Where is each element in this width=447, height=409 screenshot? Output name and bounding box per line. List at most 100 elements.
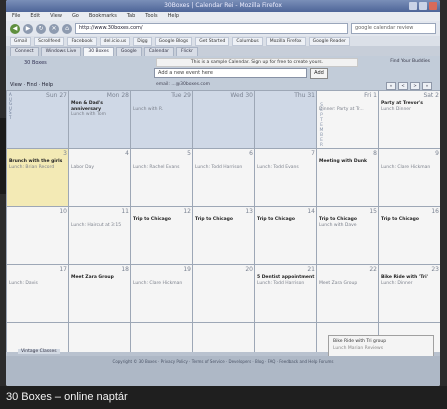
- bookmark-item[interactable]: Columbus: [232, 36, 263, 46]
- event-item-secondary[interactable]: Lunch with R.: [133, 107, 163, 112]
- event-item-secondary[interactable]: Lunch: Brian Record: [9, 165, 54, 170]
- forward-icon[interactable]: ▶: [23, 23, 33, 34]
- top-links[interactable]: Find Your Buddies: [390, 59, 430, 64]
- menu-bookmarks[interactable]: Bookmarks: [89, 12, 117, 21]
- event-item-secondary[interactable]: Meet Zara Group: [319, 281, 357, 286]
- back-icon[interactable]: ◀: [10, 23, 20, 34]
- event-item-secondary[interactable]: Lunch: Clare Hickman: [133, 281, 182, 286]
- event-item[interactable]: Trip to Chicago: [195, 217, 233, 222]
- day-cell[interactable]: Tue 29 Lunch with R.: [130, 91, 193, 149]
- day-cell[interactable]: 22 Meet Zara Group: [316, 265, 379, 323]
- browser-tab[interactable]: Windows Live: [40, 47, 82, 56]
- minimize-icon[interactable]: [409, 2, 417, 10]
- day-cell[interactable]: Sun 27 A U G U S T: [6, 91, 69, 149]
- menu-view[interactable]: View: [50, 12, 62, 21]
- day-cell[interactable]: 4 Labor Day: [68, 149, 131, 207]
- event-item-secondary[interactable]: Lunch: Davis: [9, 281, 38, 286]
- event-item-secondary[interactable]: Lunch: Haircut at 3:15: [71, 223, 121, 228]
- last-month-button[interactable]: »: [422, 82, 432, 90]
- day-cell[interactable]: 23 Bike Ride with 'Tri' Lunch: Dinner: [378, 265, 440, 323]
- home-icon[interactable]: ⌂: [62, 23, 72, 34]
- event-item-secondary[interactable]: Lunch: Todd Harrison: [257, 281, 304, 286]
- calendar-name[interactable]: Vintage Classes: [18, 349, 60, 354]
- close-icon[interactable]: [429, 2, 437, 10]
- browser-tab[interactable]: Flickr: [175, 47, 198, 56]
- event-item[interactable]: 5 Dentist appointment: [257, 275, 314, 280]
- day-cell[interactable]: 3 Brunch with the girls Lunch: Brian Recor…: [6, 149, 69, 207]
- day-cell[interactable]: [68, 323, 131, 352]
- event-item[interactable]: Bike Ride with 'Tri': [381, 275, 428, 280]
- add-event-button[interactable]: Add: [310, 68, 328, 79]
- day-cell[interactable]: 10: [6, 207, 69, 265]
- day-cell[interactable]: Thu 31: [254, 91, 317, 149]
- day-cell[interactable]: 14 Trip to Chicago: [254, 207, 317, 265]
- add-event-input[interactable]: Add a new event here: [154, 68, 307, 78]
- sample-notice[interactable]: This is a sample Calendar. Sign up for f…: [156, 58, 358, 67]
- prev-month-button[interactable]: <: [398, 82, 408, 90]
- day-cell[interactable]: Fri 1 Dinner: Party at Tr... S E P T E M B E R: [316, 91, 379, 149]
- maximize-icon[interactable]: [419, 2, 427, 10]
- next-month-button[interactable]: >: [410, 82, 420, 90]
- event-item-secondary[interactable]: Lunch: Dinner: [381, 281, 412, 286]
- bookmark-item[interactable]: Mozilla Firefox: [265, 36, 306, 46]
- bookmark-item[interactable]: Get Started: [195, 36, 230, 46]
- day-cell[interactable]: 6 Lunch: Todd Harrison: [192, 149, 255, 207]
- browser-tab[interactable]: Connect: [10, 47, 39, 56]
- day-cell[interactable]: 18 Meet Zara Group: [68, 265, 131, 323]
- stop-icon[interactable]: ✕: [49, 23, 59, 34]
- event-item[interactable]: Meet Zara Group: [71, 275, 114, 280]
- day-cell[interactable]: 8 Meeting with Dunk: [316, 149, 379, 207]
- day-cell[interactable]: Sat 2 Party at Trevor's Lunch Dinner: [378, 91, 440, 149]
- menu-tools[interactable]: Tools: [145, 12, 157, 21]
- event-item[interactable]: Trip to Chicago: [257, 217, 295, 222]
- bookmark-item[interactable]: Gmail: [10, 36, 32, 46]
- menu-help[interactable]: Help: [168, 12, 179, 21]
- event-item[interactable]: Trip to Chicago: [133, 217, 171, 222]
- menu-file[interactable]: File: [12, 12, 20, 21]
- day-cell[interactable]: 17 Lunch: Davis: [6, 265, 69, 323]
- day-cell[interactable]: 19 Lunch: Clare Hickman: [130, 265, 193, 323]
- event-item-secondary[interactable]: Lunch: Todd Evans: [257, 165, 299, 170]
- event-item-secondary[interactable]: Lunch Dinner: [381, 107, 411, 112]
- day-cell[interactable]: 12 Trip to Chicago: [130, 207, 193, 265]
- day-cell[interactable]: [6, 323, 69, 352]
- event-item[interactable]: Trip to Chicago: [319, 217, 357, 222]
- day-cell[interactable]: Mon 28 Mon & Dad's anniversary Lunch with …: [68, 91, 131, 149]
- menu-tab[interactable]: Tab: [127, 12, 135, 21]
- day-cell[interactable]: [254, 323, 317, 352]
- event-item-secondary[interactable]: Lunch with Tom: [71, 112, 106, 117]
- browser-tab[interactable]: Google: [115, 47, 142, 56]
- bookmark-item[interactable]: Facebook: [67, 36, 97, 46]
- bookmark-item[interactable]: del.icio.us: [99, 36, 131, 46]
- browser-tab[interactable]: Calendar: [143, 47, 174, 56]
- event-item-secondary[interactable]: Lunch: Rachel Evans: [133, 165, 179, 170]
- bookmark-item[interactable]: Google Blogs: [154, 36, 193, 46]
- bookmark-item[interactable]: Scrollfeed: [34, 36, 65, 46]
- menu-edit[interactable]: Edit: [30, 12, 40, 21]
- day-cell[interactable]: 20: [192, 265, 255, 323]
- day-cell[interactable]: 7 Lunch: Todd Evans: [254, 149, 317, 207]
- day-cell[interactable]: 15 Trip to Chicago Lunch with Dave: [316, 207, 379, 265]
- day-cell[interactable]: 13 Trip to Chicago: [192, 207, 255, 265]
- event-item-secondary[interactable]: Lunch: Clare Hickman: [381, 165, 430, 170]
- search-input[interactable]: google calendar review: [351, 23, 436, 34]
- bookmark-item[interactable]: Digg: [133, 36, 152, 46]
- event-item[interactable]: Trip to Chicago: [381, 217, 419, 222]
- event-item[interactable]: Mon & Dad's anniversary: [71, 101, 103, 112]
- event-item[interactable]: Party at Trevor's: [381, 101, 423, 106]
- day-cell[interactable]: 21 5 Dentist appointment Lunch: Todd Harri…: [254, 265, 317, 323]
- menu-go[interactable]: Go: [72, 12, 79, 21]
- url-input[interactable]: http://www.30boxes.com/: [75, 23, 348, 34]
- day-cell[interactable]: 16 Trip to Chicago: [378, 207, 440, 265]
- day-cell[interactable]: [130, 323, 193, 352]
- event-item[interactable]: Meeting with Dunk: [319, 159, 367, 164]
- view-menus[interactable]: View · Find · Help: [10, 80, 53, 90]
- first-month-button[interactable]: «: [386, 82, 396, 90]
- event-item[interactable]: Brunch with the girls: [9, 159, 62, 164]
- event-item-secondary[interactable]: Dinner: Party at Tr...: [319, 107, 364, 112]
- day-cell[interactable]: 11 Lunch: Haircut at 3:15: [68, 207, 131, 265]
- day-cell[interactable]: 5 Lunch: Rachel Evans: [130, 149, 193, 207]
- event-item-secondary[interactable]: Lunch with Dave: [319, 223, 357, 228]
- browser-tab-active[interactable]: 30 Boxes: [83, 47, 114, 56]
- day-cell[interactable]: Wed 30: [192, 91, 255, 149]
